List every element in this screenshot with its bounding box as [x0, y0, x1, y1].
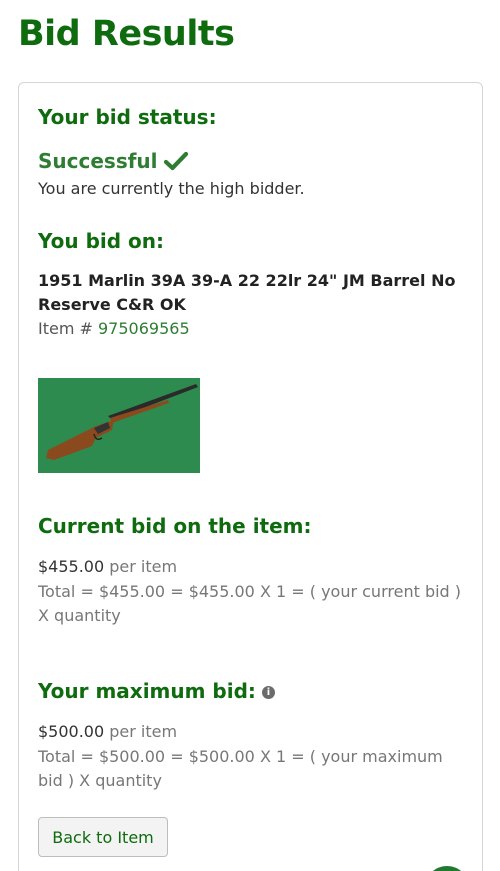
check-icon: [163, 151, 188, 171]
current-bid-heading: Current bid on the item:: [38, 514, 312, 538]
current-bid-price: $455.00 per item: [38, 557, 177, 576]
back-to-item-button[interactable]: Back to Item: [38, 817, 168, 857]
item-title: 1951 Marlin 39A 39-A 22 22lr 24" JM Barr…: [38, 271, 456, 314]
item-number: Item # 975069565: [38, 319, 190, 338]
rifle-image: [38, 378, 200, 473]
item-heading: You bid on:: [38, 229, 165, 253]
bid-status-text: Successful: [38, 149, 158, 173]
item-number-link[interactable]: 975069565: [98, 319, 190, 338]
max-bid-per-item: per item: [109, 722, 178, 741]
bid-status-heading: Your bid status:: [38, 105, 217, 129]
max-bid-heading-text: Your maximum bid:: [38, 679, 256, 703]
max-bid-amount: $500.00: [38, 722, 105, 741]
max-bid-heading: Your maximum bid: i: [38, 679, 275, 703]
bid-status-value: Successful: [38, 149, 188, 173]
current-bid-total: Total = $455.00 = $455.00 X 1 = ( your c…: [38, 582, 462, 625]
max-bid-price: $500.00 per item: [38, 722, 177, 741]
current-bid-per-item: per item: [109, 557, 178, 576]
current-bid-amount: $455.00: [38, 557, 105, 576]
bid-status-message: You are currently the high bidder.: [38, 179, 305, 198]
page-title: Bid Results: [18, 14, 235, 54]
bid-results-card: Your bid status: Successful You are curr…: [18, 82, 483, 871]
info-icon[interactable]: i: [261, 686, 275, 699]
max-bid-total: Total = $500.00 = $500.00 X 1 = ( your m…: [38, 747, 443, 790]
item-number-label: Item #: [38, 319, 98, 338]
item-thumbnail[interactable]: [38, 378, 200, 473]
